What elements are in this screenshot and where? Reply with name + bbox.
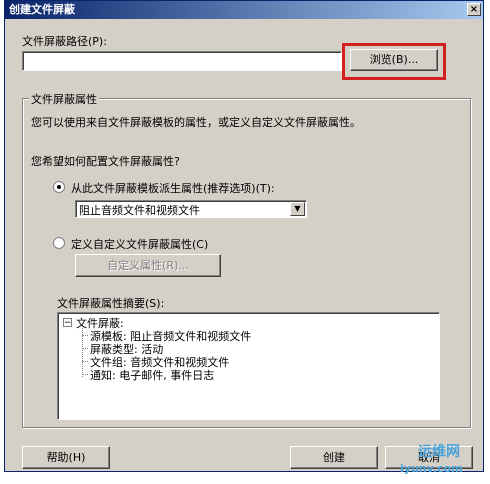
group-description: 您可以使用来自文件屏蔽模板的属性，或定义自定义文件屏蔽属性。 — [31, 116, 361, 129]
highlight-box — [342, 43, 446, 80]
radio-custom-label[interactable]: 定义自定义文件屏蔽属性(C) — [71, 236, 208, 252]
title-bar[interactable]: 创建文件屏蔽 — [5, 1, 483, 19]
watermark-title: 运维网 — [418, 444, 460, 460]
radio-selected-dot — [57, 185, 61, 189]
path-input[interactable] — [22, 51, 342, 71]
summary-tree[interactable]: − 文件屏蔽: 源模板: 阻止音频文件和视频文件 屏蔽类型: 活动 文件组: 音… — [57, 312, 440, 420]
config-question: 您希望如何配置文件屏蔽属性? — [31, 155, 180, 168]
path-label: 文件屏蔽路径(P): — [22, 35, 107, 48]
custom-properties-button[interactable]: 自定义属性(R)... — [75, 254, 221, 277]
radio-template-label[interactable]: 从此文件屏蔽模板派生属性(推荐选项)(T): — [71, 180, 275, 196]
watermark-url: iyunv.com — [400, 462, 463, 475]
help-button[interactable]: 帮助(H) — [22, 446, 110, 469]
create-file-screen-dialog: 创建文件屏蔽 × 文件屏蔽路径(P): 浏览(B)... 文件屏蔽属性 您可以使… — [4, 0, 484, 472]
summary-label: 文件屏蔽属性摘要(S): — [57, 297, 165, 310]
create-button[interactable]: 创建 — [290, 446, 378, 469]
group-legend: 文件屏蔽属性 — [29, 91, 99, 107]
close-icon[interactable]: × — [467, 3, 481, 16]
template-combobox[interactable]: 阻止音频文件和视频文件 ▼ — [75, 200, 307, 218]
radio-template[interactable] — [53, 181, 65, 193]
tree-connector — [82, 374, 88, 375]
tree-item-notification: 通知: 电子邮件, 事件日志 — [90, 369, 215, 382]
window-title: 创建文件屏蔽 — [9, 3, 75, 16]
tree-connector — [82, 348, 88, 349]
chevron-down-icon[interactable]: ▼ — [290, 202, 305, 216]
tree-connector — [82, 361, 88, 362]
radio-custom[interactable] — [53, 237, 65, 249]
tree-connector — [82, 335, 88, 336]
template-combobox-value: 阻止音频文件和视频文件 — [79, 204, 200, 217]
collapse-icon[interactable]: − — [63, 318, 72, 328]
